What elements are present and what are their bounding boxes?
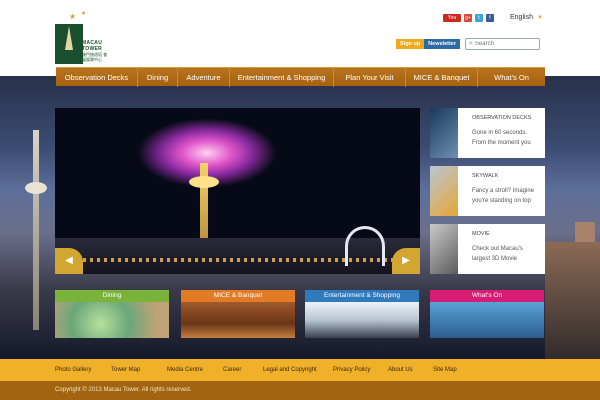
side-card-description: Check out Macau's largest 3D Movie (472, 246, 523, 262)
footer-link-site-map[interactable]: Site Map (433, 367, 473, 373)
footer-link-about-us[interactable]: About Us (388, 367, 433, 373)
side-card-movie[interactable]: MOVIE Check out Macau's largest 3D Movie (430, 224, 545, 274)
footer-link-career[interactable]: Career (223, 367, 263, 373)
search-icon: ⌕ (469, 40, 473, 47)
tile-label: MICE & Banquet (181, 290, 295, 302)
youtube-icon[interactable]: You (443, 14, 461, 22)
side-card-observation-decks[interactable]: OBSERVATION DECKS Gone in 60 seconds. Fr… (430, 108, 545, 158)
hero-slideshow: ◀ ▶ (55, 108, 420, 274)
nav-item-dining[interactable]: Dining (138, 67, 178, 87)
newsletter-signup[interactable]: Sign up Newsletter (396, 39, 460, 49)
footer-links: Photo Gallery Tower Map Media Centre Car… (0, 359, 600, 381)
side-card-title: MOVIE (472, 231, 490, 237)
star-icon: ★ (69, 12, 77, 21)
side-card-description: Fancy a stroll? Imagine you're standing … (472, 188, 535, 204)
observation-deck-thumbnail (430, 108, 458, 158)
nav-item-whats-on[interactable]: What's On (478, 68, 545, 87)
footer-bar: Copyright © 2013 Macau Tower. All rights… (0, 381, 600, 400)
background-city (545, 242, 600, 362)
chevron-right-icon: ▶ (402, 255, 410, 266)
tile-dining[interactable]: Dining (55, 290, 169, 338)
site-header: ★ ★ MACAU TOWER 澳門旅遊塔 會展娛樂中心 You g+ t f … (0, 0, 600, 76)
facebook-icon[interactable]: f (486, 14, 494, 22)
search-input[interactable] (474, 41, 535, 47)
tile-label: Entertainment & Shopping (305, 290, 419, 302)
dining-image (55, 302, 169, 338)
background-tower (25, 130, 47, 330)
search-box[interactable]: ⌕ (465, 38, 540, 50)
chevron-down-icon: ▼ (536, 15, 543, 21)
social-links: You g+ t f (443, 14, 494, 22)
footer-link-tower-map[interactable]: Tower Map (111, 367, 167, 373)
tile-mice-banquet[interactable]: MICE & Banquet (181, 290, 295, 338)
tile-label: Dining (55, 290, 169, 302)
tile-whats-on[interactable]: What's On (430, 290, 544, 338)
logo-text: MACAU TOWER (82, 40, 103, 52)
signup-label: Sign up (396, 39, 425, 49)
shopping-image (305, 302, 419, 338)
side-card-skywalk[interactable]: SKYWALK Fancy a stroll? Imagine you're s… (430, 166, 545, 216)
nav-item-adventure[interactable]: Adventure (178, 67, 230, 87)
side-card-title: SKYWALK (472, 173, 499, 179)
tile-label: What's On (430, 290, 544, 302)
side-card-title: OBSERVATION DECKS (472, 115, 532, 121)
main-nav: Observation Decks Dining Adventure Enter… (56, 67, 545, 87)
nav-item-plan-your-visit[interactable]: Plan Your Visit (334, 67, 406, 87)
footer-link-privacy-policy[interactable]: Privacy Policy (333, 367, 388, 373)
footer-link-legal[interactable]: Legal and Copyright (263, 367, 333, 373)
next-slide-button[interactable]: ▶ (392, 248, 420, 274)
whats-on-image (430, 302, 544, 338)
tile-entertainment-shopping[interactable]: Entertainment & Shopping (305, 290, 419, 338)
tower-icon (65, 26, 73, 50)
prev-slide-button[interactable]: ◀ (55, 248, 83, 274)
footer-link-media-centre[interactable]: Media Centre (167, 367, 223, 373)
logo-text-chinese: 澳門旅遊塔 會展娛樂中心 (82, 52, 108, 62)
star-icon: ★ (81, 11, 87, 17)
side-card-description: Gone in 60 seconds. From the moment you (472, 130, 531, 146)
nav-item-observation-decks[interactable]: Observation Decks (56, 67, 138, 87)
macau-tower-logo[interactable]: ★ ★ MACAU TOWER 澳門旅遊塔 會展娛樂中心 (53, 11, 107, 64)
footer-link-photo-gallery[interactable]: Photo Gallery (55, 367, 111, 373)
bridge-image (345, 226, 385, 266)
language-label: English (510, 14, 533, 21)
newsletter-label: Newsletter (424, 39, 460, 49)
chevron-left-icon: ◀ (65, 255, 73, 266)
nav-item-entertainment-shopping[interactable]: Entertainment & Shopping (230, 67, 334, 87)
banquet-image (181, 302, 295, 338)
tower-pod (189, 176, 219, 188)
nav-item-mice-banquet[interactable]: MICE & Banquet (406, 67, 478, 87)
copyright-text: Copyright © 2013 Macau Tower. All rights… (55, 387, 192, 393)
language-selector[interactable]: English ▼ (510, 14, 543, 21)
twitter-icon[interactable]: t (475, 14, 483, 22)
movie-thumbnail (430, 224, 458, 274)
google-plus-icon[interactable]: g+ (464, 14, 472, 22)
skywalk-thumbnail (430, 166, 458, 216)
